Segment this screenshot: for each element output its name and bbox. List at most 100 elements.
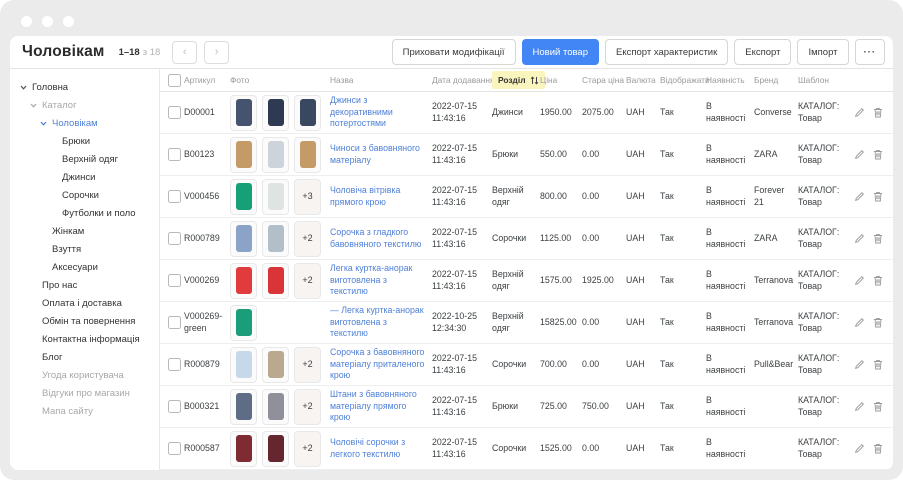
export-button[interactable]: Експорт: [734, 39, 791, 65]
select-all-checkbox[interactable]: [168, 74, 181, 87]
sidebar-item-home[interactable]: Головна: [10, 78, 159, 96]
export-characteristics-button[interactable]: Експорт характеристик: [605, 39, 728, 65]
column-header-section[interactable]: Розділ: [492, 71, 540, 89]
edit-icon[interactable]: [854, 149, 865, 160]
product-link[interactable]: Сорочка з бавовняного матеріалу притален…: [330, 347, 427, 381]
edit-icon[interactable]: [854, 107, 865, 118]
product-photo[interactable]: [262, 95, 289, 131]
delete-icon[interactable]: [873, 149, 883, 160]
more-photos-badge[interactable]: +2: [294, 263, 321, 299]
product-photo[interactable]: [262, 137, 289, 173]
row-checkbox[interactable]: [168, 442, 181, 455]
sidebar-item-shirts[interactable]: Сорочки: [10, 186, 159, 204]
row-checkbox[interactable]: [168, 274, 181, 287]
column-header-date-added[interactable]: Дата додавання: [432, 75, 492, 85]
delete-icon[interactable]: [873, 401, 883, 412]
more-photos-badge[interactable]: +2: [294, 431, 321, 467]
column-header-name[interactable]: Назва: [330, 75, 432, 85]
more-actions-button[interactable]: ···: [855, 39, 886, 65]
delete-icon[interactable]: [873, 191, 883, 202]
new-product-button[interactable]: Новий товар: [522, 39, 599, 65]
product-link[interactable]: Сорочка з гладкого бавовняного текстилю: [330, 227, 427, 250]
delete-icon[interactable]: [873, 107, 883, 118]
sidebar-item-catalog[interactable]: Каталог: [10, 96, 159, 114]
sidebar-item-trousers[interactable]: Брюки: [10, 132, 159, 150]
edit-icon[interactable]: [854, 443, 865, 454]
product-photo[interactable]: [230, 179, 257, 215]
delete-icon[interactable]: [873, 359, 883, 370]
sidebar-item-blog[interactable]: Блог: [10, 348, 159, 366]
next-page-button[interactable]: ›: [204, 41, 229, 64]
product-link[interactable]: Чиноси з бавовняного матеріалу: [330, 143, 427, 166]
product-photo[interactable]: [230, 221, 257, 257]
product-photo[interactable]: [230, 305, 257, 341]
delete-icon[interactable]: [873, 275, 883, 286]
product-photo[interactable]: [294, 95, 321, 131]
delete-icon[interactable]: [873, 317, 883, 328]
product-photo[interactable]: [262, 389, 289, 425]
more-photos-badge[interactable]: +2: [294, 347, 321, 383]
product-link[interactable]: Легка куртка-анорак виготовлена з тексти…: [330, 263, 427, 297]
edit-icon[interactable]: [854, 401, 865, 412]
product-photo[interactable]: [262, 431, 289, 467]
column-header-template[interactable]: Шаблон: [798, 75, 852, 85]
more-photos-badge[interactable]: +2: [294, 389, 321, 425]
more-photos-badge[interactable]: +2: [294, 221, 321, 257]
column-header-availability[interactable]: Наявність: [706, 75, 754, 85]
sidebar-item-store-reviews[interactable]: Відгуки про магазин: [10, 384, 159, 402]
edit-icon[interactable]: [854, 191, 865, 202]
edit-icon[interactable]: [854, 317, 865, 328]
more-photos-badge[interactable]: +3: [294, 179, 321, 215]
product-photo[interactable]: [262, 221, 289, 257]
sidebar-item-outerwear[interactable]: Верхній одяг: [10, 150, 159, 168]
sidebar-item-men[interactable]: Чоловікам: [10, 114, 159, 132]
sidebar-item-user-agreement[interactable]: Угода користувача: [10, 366, 159, 384]
column-header-brand[interactable]: Бренд: [754, 75, 798, 85]
sidebar-item-accessories[interactable]: Аксесуари: [10, 258, 159, 276]
product-photo[interactable]: [230, 137, 257, 173]
sidebar-item-sitemap[interactable]: Мапа сайту: [10, 402, 159, 420]
product-photo[interactable]: [262, 179, 289, 215]
row-checkbox[interactable]: [168, 106, 181, 119]
sidebar-item-footwear[interactable]: Взуття: [10, 240, 159, 258]
product-photo[interactable]: [294, 137, 321, 173]
sidebar-item-contact-info[interactable]: Контактна інформація: [10, 330, 159, 348]
product-photo[interactable]: [230, 347, 257, 383]
column-header-sku[interactable]: Артикул: [184, 75, 230, 85]
prev-page-button[interactable]: ‹: [172, 41, 197, 64]
window-control-dot[interactable]: [42, 16, 53, 27]
row-checkbox[interactable]: [168, 232, 181, 245]
sidebar-item-about[interactable]: Про нас: [10, 276, 159, 294]
row-checkbox[interactable]: [168, 400, 181, 413]
product-link[interactable]: Чоловіча вітрівка прямого крою: [330, 185, 427, 208]
window-control-dot[interactable]: [63, 16, 74, 27]
row-checkbox[interactable]: [168, 316, 181, 329]
sidebar-item-women[interactable]: Жінкам: [10, 222, 159, 240]
sidebar-item-payment-delivery[interactable]: Оплата і доставка: [10, 294, 159, 312]
column-header-price[interactable]: Ціна: [540, 75, 582, 85]
column-header-old-price[interactable]: Стара ціна: [582, 75, 626, 85]
hide-modifications-button[interactable]: Приховати модифікації: [392, 39, 516, 65]
edit-icon[interactable]: [854, 275, 865, 286]
column-header-currency[interactable]: Валюта: [626, 75, 660, 85]
product-photo[interactable]: [262, 347, 289, 383]
column-header-display[interactable]: Відображати: [660, 75, 706, 85]
product-link[interactable]: Джинси з декоративними потертостями: [330, 95, 427, 129]
column-header-photo[interactable]: Фото: [230, 75, 330, 85]
product-link[interactable]: Чоловічі сорочки з легкого текстилю: [330, 437, 427, 460]
product-link[interactable]: Штани з бавовняного матеріалу прямого кр…: [330, 389, 427, 423]
row-checkbox[interactable]: [168, 358, 181, 371]
product-photo[interactable]: [230, 95, 257, 131]
product-photo[interactable]: [230, 389, 257, 425]
sidebar-item-exchange-return[interactable]: Обмін та повернення: [10, 312, 159, 330]
delete-icon[interactable]: [873, 233, 883, 244]
product-photo[interactable]: [230, 431, 257, 467]
edit-icon[interactable]: [854, 359, 865, 370]
row-checkbox[interactable]: [168, 190, 181, 203]
edit-icon[interactable]: [854, 233, 865, 244]
sidebar-item-jeans[interactable]: Джинси: [10, 168, 159, 186]
row-checkbox[interactable]: [168, 148, 181, 161]
product-photo[interactable]: [262, 263, 289, 299]
sidebar-item-tshirts-polo[interactable]: Футболки и поло: [10, 204, 159, 222]
product-link[interactable]: — Легка куртка-анорак виготовлена з текс…: [330, 305, 427, 339]
